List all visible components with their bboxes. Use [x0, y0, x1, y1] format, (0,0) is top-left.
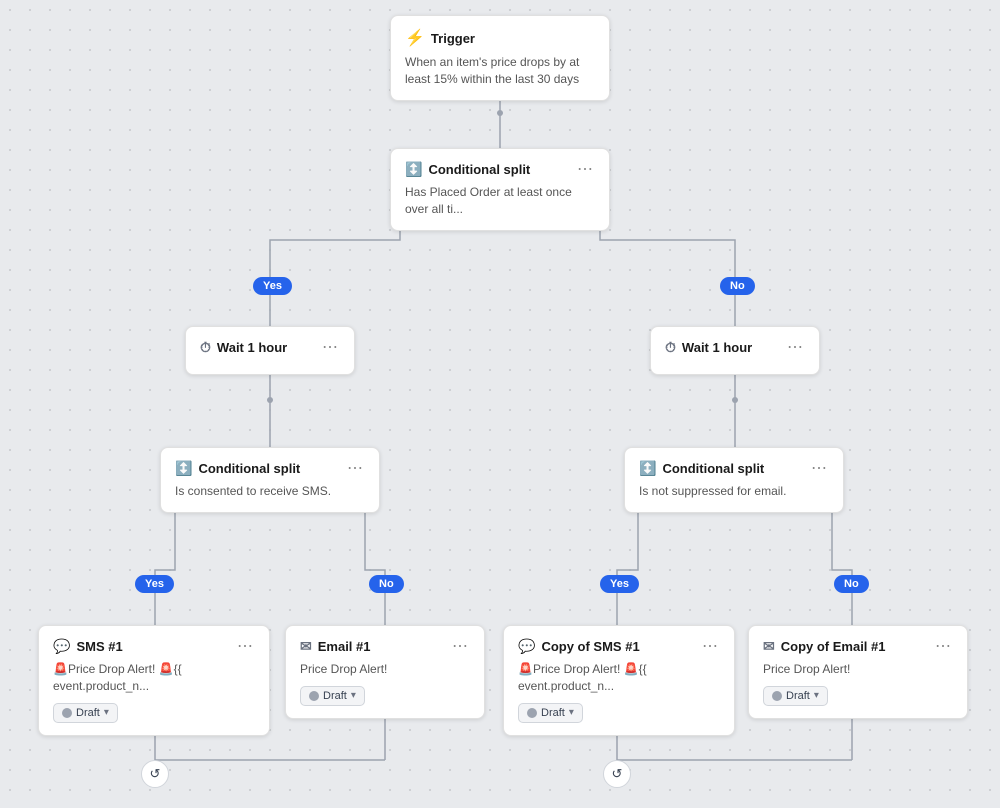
- wait-left-menu[interactable]: ⋯: [320, 340, 340, 356]
- trigger-card: ⚡ Trigger When an item's price drops by …: [390, 15, 610, 101]
- copy-email1-draft-button[interactable]: Draft ▾: [763, 686, 828, 706]
- wait-right-menu[interactable]: ⋯: [785, 340, 805, 356]
- wait-left-title: Wait 1 hour: [217, 340, 287, 355]
- email1-chevron: ▾: [351, 690, 356, 701]
- email1-card: ✉ Email #1 ⋯ Price Drop Alert! Draft ▾: [285, 625, 485, 719]
- conditional-split-right-title: Conditional split: [662, 461, 764, 476]
- conditional-split-left-icon: ↕️: [175, 460, 192, 477]
- wait-left-icon: ⏱: [200, 339, 211, 356]
- conditional-split-top-menu[interactable]: ⋯: [575, 162, 595, 178]
- copy-sms1-draft-label: Draft: [541, 707, 565, 719]
- copy-email1-chevron: ▾: [814, 690, 819, 701]
- email1-draft-button[interactable]: Draft ▾: [300, 686, 365, 706]
- conditional-split-left-card: ↕️ Conditional split ⋯ Is consented to r…: [160, 447, 380, 513]
- conditional-split-left-menu[interactable]: ⋯: [345, 461, 365, 477]
- copy-sms1-icon: 💬: [518, 638, 535, 655]
- conditional-split-right-description: Is not suppressed for email.: [639, 483, 829, 500]
- draft-icon3: [527, 708, 537, 718]
- no-badge-bottom-right: No: [834, 575, 869, 593]
- copy-email1-draft-label: Draft: [786, 690, 810, 702]
- trigger-title: Trigger: [431, 31, 475, 46]
- draft-icon: [62, 708, 72, 718]
- conditional-split-left-title: Conditional split: [198, 461, 300, 476]
- yes-badge-left: Yes: [253, 277, 292, 295]
- email1-draft-label: Draft: [323, 690, 347, 702]
- yes-badge-bottom-right: Yes: [600, 575, 639, 593]
- sms1-description: 🚨Price Drop Alert! 🚨{{ event.product_n..…: [53, 661, 255, 695]
- sms1-title: SMS #1: [76, 639, 122, 654]
- conditional-split-top-title: Conditional split: [428, 162, 530, 177]
- sms1-card: 💬 SMS #1 ⋯ 🚨Price Drop Alert! 🚨{{ event.…: [38, 625, 270, 736]
- conditional-split-left-description: Is consented to receive SMS.: [175, 483, 365, 500]
- wait-right-card: ⏱ Wait 1 hour ⋯: [650, 326, 820, 375]
- sms1-chevron: ▾: [104, 707, 109, 718]
- sms1-draft-button[interactable]: Draft ▾: [53, 703, 118, 723]
- copy-sms1-title: Copy of SMS #1: [541, 639, 639, 654]
- email1-title: Email #1: [318, 639, 371, 654]
- copy-email1-card: ✉ Copy of Email #1 ⋯ Price Drop Alert! D…: [748, 625, 968, 719]
- email1-description: Price Drop Alert!: [300, 661, 470, 678]
- copy-sms1-menu[interactable]: ⋯: [700, 639, 720, 655]
- conditional-split-top-icon: ↕️: [405, 161, 422, 178]
- conditional-split-top-card: ↕️ Conditional split ⋯ Has Placed Order …: [390, 148, 610, 231]
- conditional-split-right-menu[interactable]: ⋯: [809, 461, 829, 477]
- no-badge-right: No: [720, 277, 755, 295]
- copy-email1-icon: ✉: [763, 638, 775, 655]
- copy-sms1-description: 🚨Price Drop Alert! 🚨{{ event.product_n..…: [518, 661, 720, 695]
- email1-menu[interactable]: ⋯: [450, 639, 470, 655]
- draft-icon2: [309, 691, 319, 701]
- wait-right-title: Wait 1 hour: [682, 340, 752, 355]
- copy-sms1-chevron: ▾: [569, 707, 574, 718]
- loop-icon-right[interactable]: ↺: [603, 760, 631, 788]
- copy-sms1-card: 💬 Copy of SMS #1 ⋯ 🚨Price Drop Alert! 🚨{…: [503, 625, 735, 736]
- conditional-split-top-description: Has Placed Order at least once over all …: [405, 184, 595, 218]
- loop-icon-left[interactable]: ↺: [141, 760, 169, 788]
- sms1-menu[interactable]: ⋯: [235, 639, 255, 655]
- sms1-icon: 💬: [53, 638, 70, 655]
- copy-email1-title: Copy of Email #1: [781, 639, 886, 654]
- copy-email1-description: Price Drop Alert!: [763, 661, 953, 678]
- yes-badge-bottom-left: Yes: [135, 575, 174, 593]
- wait-right-icon: ⏱: [665, 339, 676, 356]
- wait-left-card: ⏱ Wait 1 hour ⋯: [185, 326, 355, 375]
- trigger-icon: ⚡: [405, 28, 425, 48]
- trigger-description: When an item's price drops by at least 1…: [405, 54, 595, 88]
- sms1-draft-label: Draft: [76, 707, 100, 719]
- conditional-split-right-icon: ↕️: [639, 460, 656, 477]
- conditional-split-right-card: ↕️ Conditional split ⋯ Is not suppressed…: [624, 447, 844, 513]
- copy-email1-menu[interactable]: ⋯: [933, 639, 953, 655]
- email1-icon: ✉: [300, 638, 312, 655]
- copy-sms1-draft-button[interactable]: Draft ▾: [518, 703, 583, 723]
- draft-icon4: [772, 691, 782, 701]
- no-badge-bottom-left: No: [369, 575, 404, 593]
